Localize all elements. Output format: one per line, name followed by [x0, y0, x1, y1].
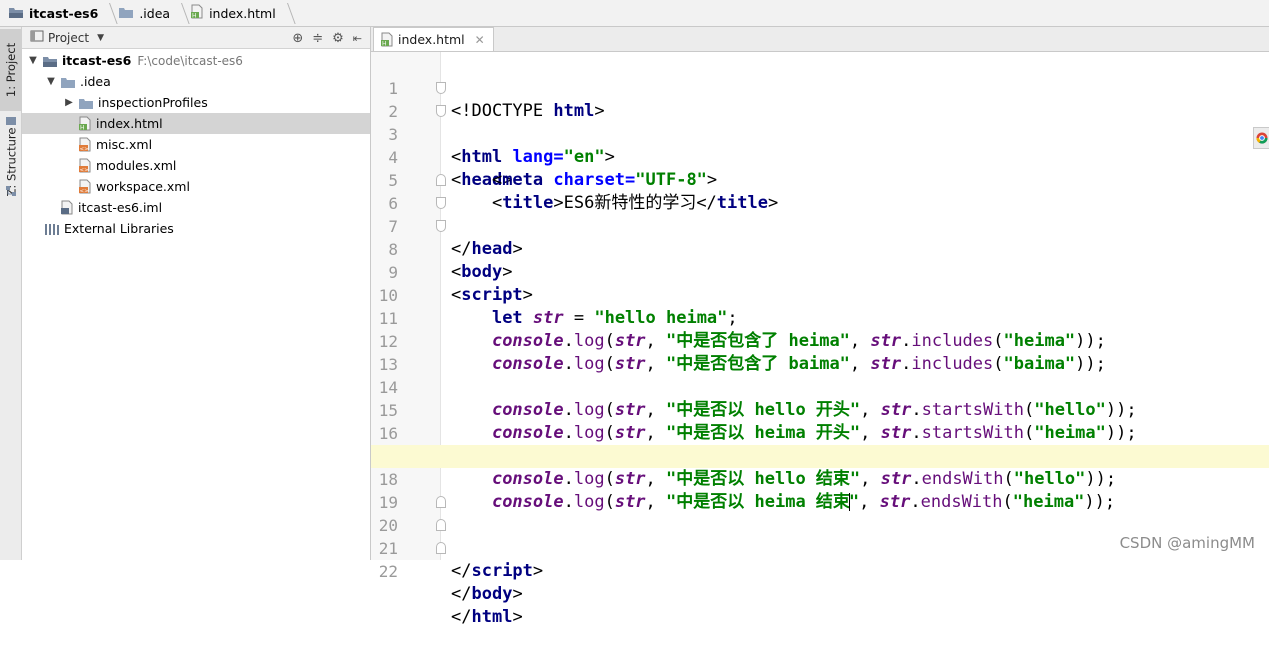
- project-panel-header: Project ▼ ⊕ ≑ ⚙ ⇤: [22, 27, 370, 49]
- xml-file-icon: <>: [78, 179, 92, 194]
- folder-icon: [78, 96, 94, 110]
- code-line: 19: [378, 493, 398, 512]
- code-line: 3 <head>: [371, 100, 1269, 190]
- tool-window-strip: 1: Project Z: Structure: [0, 27, 22, 560]
- code-line: 9: [388, 263, 398, 282]
- chrome-icon: [1255, 132, 1268, 144]
- code-line: 12 console.log(str, "中是否包含了 baima", str.…: [378, 332, 1106, 374]
- tree-item-misc-xml[interactable]: <> misc.xml: [22, 134, 370, 155]
- code-line-current: 18 console.log(str, "中是否以 heima 结束", str…: [371, 445, 1269, 512]
- html-file-icon: H: [190, 4, 204, 22]
- folder-icon: [60, 75, 76, 89]
- tree-item-modules-xml[interactable]: <> modules.xml: [22, 155, 370, 176]
- library-icon: [44, 222, 60, 236]
- code-line: 20 </script>: [371, 491, 1269, 581]
- locate-icon[interactable]: ⊕: [292, 31, 303, 46]
- gear-icon[interactable]: ⚙: [332, 31, 344, 46]
- code-line: 16: [378, 424, 398, 443]
- tree-item-inspectionprofiles[interactable]: ▶ inspectionProfiles: [22, 92, 370, 113]
- close-icon[interactable]: ✕: [475, 33, 485, 47]
- chevron-down-icon[interactable]: ▼: [26, 55, 40, 66]
- breadcrumb: itcast-es6 .idea H index.html: [0, 0, 1269, 27]
- chevron-down-icon[interactable]: ▼: [97, 33, 104, 43]
- svg-text:H: H: [192, 13, 197, 20]
- project-view-icon: [30, 30, 44, 45]
- tree-item-workspace-xml[interactable]: <> workspace.xml: [22, 176, 370, 197]
- code-line: 10 let str = "hello heima";: [378, 286, 738, 328]
- code-line: 1 <!DOCTYPE html>: [388, 79, 605, 121]
- editor-tab-index-html[interactable]: H index.html ✕: [373, 27, 494, 51]
- fold-marker[interactable]: [436, 220, 446, 232]
- code-area[interactable]: 1 <!DOCTYPE html> 2 <html lang="en"> 3 <…: [371, 52, 1269, 627]
- code-line: 2 <html lang="en">: [371, 77, 1269, 167]
- fold-marker[interactable]: [436, 519, 446, 531]
- iml-file-icon: [60, 200, 74, 215]
- project-folder-icon: [8, 5, 24, 22]
- tree-item-itcast-es6[interactable]: ▼ itcast-es6 F:\code\itcast-es6: [22, 50, 370, 71]
- fold-marker[interactable]: [436, 197, 446, 209]
- fold-marker[interactable]: [436, 542, 446, 554]
- fold-marker[interactable]: [436, 105, 446, 117]
- code-line: 13: [378, 355, 398, 374]
- xml-file-icon: <>: [78, 137, 92, 152]
- code-line: 15 console.log(str, "中是否以 heima 开头", str…: [378, 401, 1137, 443]
- code-line: 4 <meta charset="UTF-8">: [388, 148, 718, 190]
- fold-marker[interactable]: [436, 82, 446, 94]
- xml-file-icon: <>: [78, 158, 92, 173]
- code-line: 14 console.log(str, "中是否以 hello 开头", str…: [378, 378, 1137, 420]
- svg-text:<>: <>: [80, 168, 90, 174]
- project-folder-icon: [42, 54, 58, 68]
- svg-text:<>: <>: [80, 189, 90, 195]
- code-editor: H index.html ✕ 1 <!DOCTYPE html> 2 <html…: [371, 27, 1269, 627]
- browser-preview-button[interactable]: [1253, 127, 1269, 149]
- watermark: CSDN @amingMM: [1119, 534, 1255, 552]
- hide-panel-icon[interactable]: ⇤: [353, 32, 362, 45]
- folder-icon: [118, 5, 134, 22]
- html-file-icon: H: [380, 32, 394, 47]
- code-line: 7 <body>: [371, 192, 1269, 282]
- code-line: 8 <script>: [371, 215, 1269, 305]
- svg-text:<>: <>: [80, 147, 90, 153]
- code-line: 11 console.log(str, "中是否包含了 heima", str.…: [378, 309, 1106, 351]
- collapse-all-icon[interactable]: ≑: [312, 31, 323, 46]
- fold-marker[interactable]: [436, 174, 446, 186]
- tree-item-index-html[interactable]: H index.html: [22, 113, 370, 134]
- project-view-selector[interactable]: Project: [48, 31, 89, 45]
- tool-tab-project[interactable]: 1: Project: [0, 29, 22, 111]
- svg-text:H: H: [80, 125, 85, 132]
- svg-text:H: H: [382, 41, 387, 48]
- tree-item-itcast-es6-iml[interactable]: itcast-es6.iml: [22, 197, 370, 218]
- chevron-down-icon[interactable]: ▼: [44, 76, 58, 87]
- project-tree: ▼ itcast-es6 F:\code\itcast-es6 ▼ .idea …: [22, 50, 370, 239]
- structure-tool-icon: [5, 185, 17, 200]
- breadcrumb-item-file[interactable]: H index.html: [182, 0, 288, 26]
- breadcrumb-item-project[interactable]: itcast-es6: [0, 0, 110, 26]
- breadcrumb-item-idea[interactable]: .idea: [110, 0, 182, 26]
- project-panel: Project ▼ ⊕ ≑ ⚙ ⇤ ▼ itcast-es6 F:\code\i…: [22, 27, 371, 560]
- fold-marker[interactable]: [436, 496, 446, 508]
- tree-item-idea[interactable]: ▼ .idea: [22, 71, 370, 92]
- code-line: 5 <title>ES6新特性的学习</title>: [388, 171, 779, 213]
- html-file-icon: H: [78, 116, 92, 131]
- editor-tab-bar: H index.html ✕: [371, 27, 1269, 52]
- code-line: 6 </head>: [371, 169, 1269, 259]
- tree-item-external-libraries[interactable]: External Libraries: [22, 218, 370, 239]
- chevron-right-icon[interactable]: ▶: [62, 97, 76, 108]
- code-line: 17 console.log(str, "中是否以 hello 结束", str…: [379, 447, 1117, 489]
